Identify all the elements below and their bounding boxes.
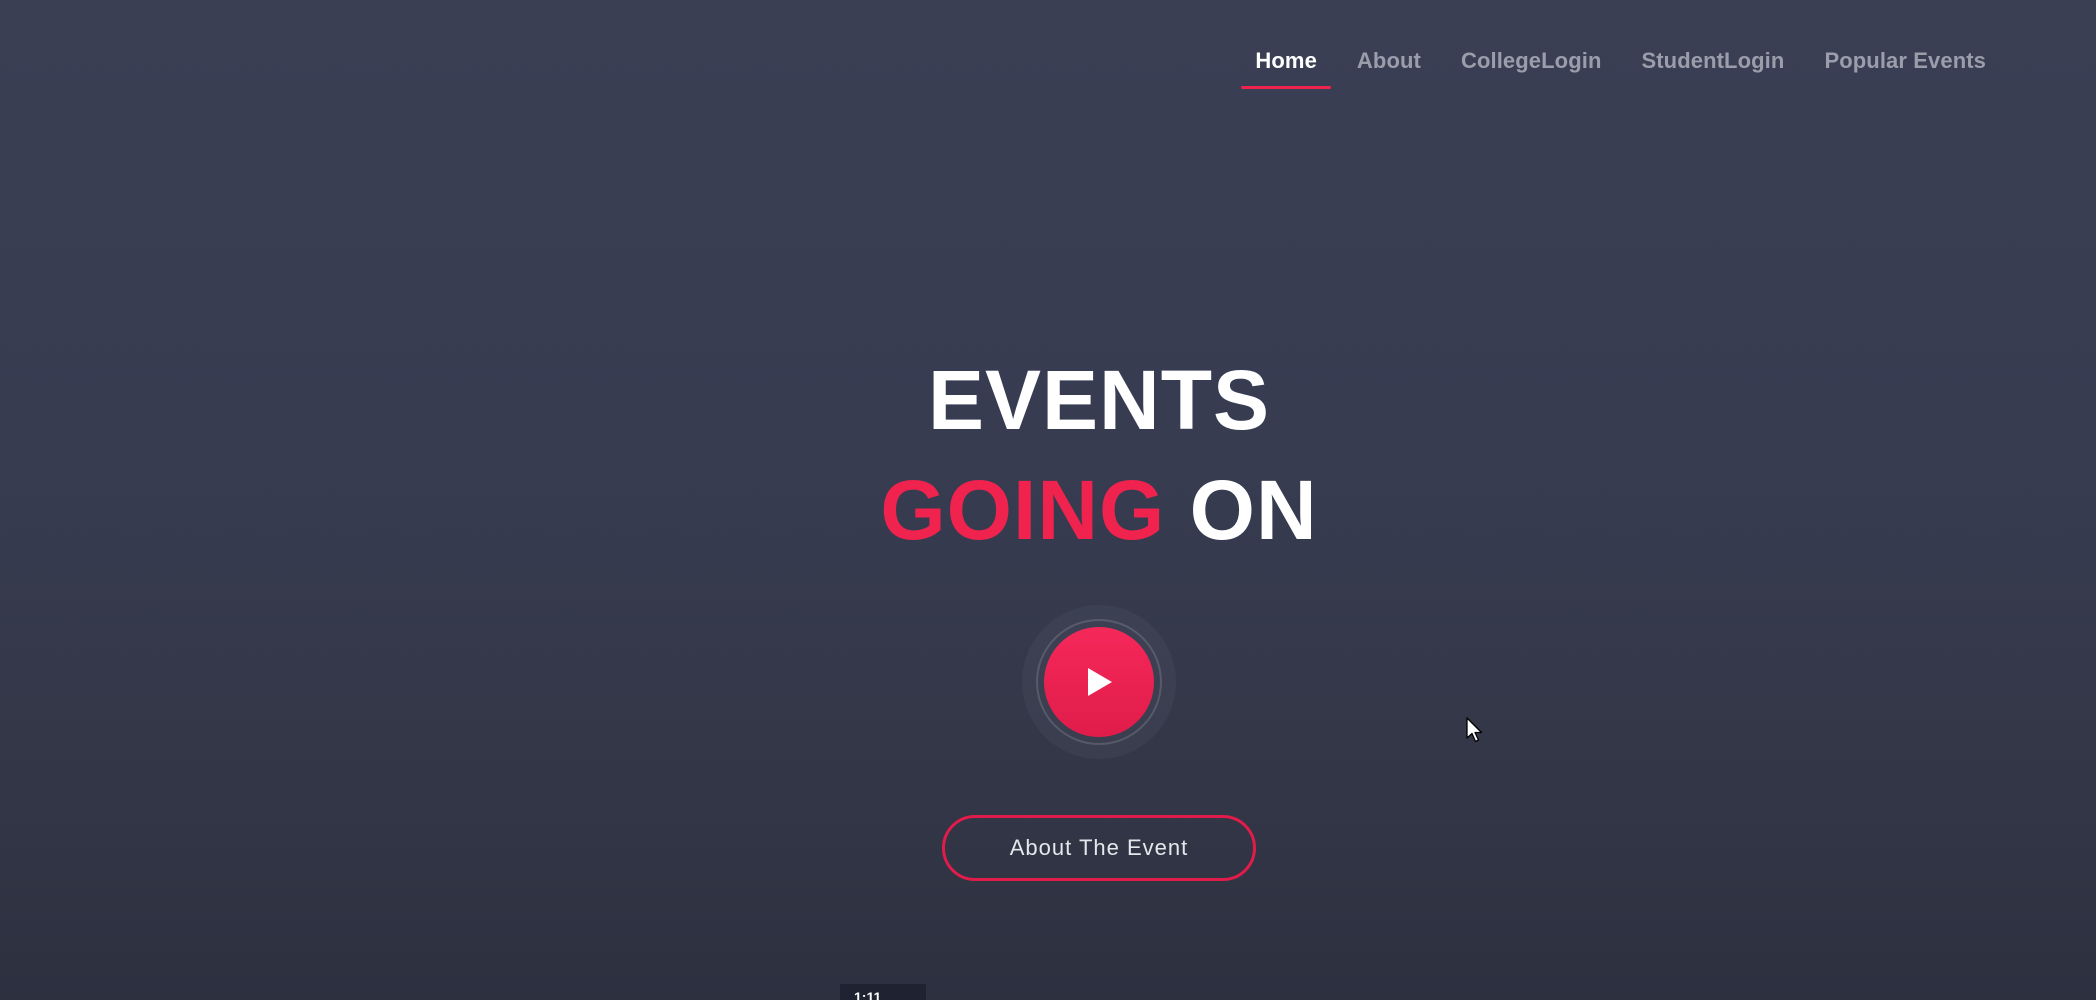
play-button-halo (1022, 605, 1176, 759)
hero-title-rest-word: ON (1189, 463, 1318, 557)
bottom-timestamp-tab: 1:11 (840, 984, 926, 1000)
play-button-ring (1036, 619, 1162, 745)
hero-title-line1: EVENTS (927, 353, 1271, 447)
mouse-cursor-icon (1466, 717, 1483, 743)
about-event-button[interactable]: About The Event (942, 815, 1256, 881)
hero-section: EVENTS GOING ON About The Event (0, 0, 2096, 1000)
play-icon (1088, 668, 1112, 696)
play-button[interactable] (1044, 627, 1154, 737)
hero-title-line2: GOING ON (0, 468, 2096, 552)
bottom-timestamp-text: 1:11 (854, 989, 882, 1000)
hero-title-accent-word: GOING (880, 463, 1166, 557)
